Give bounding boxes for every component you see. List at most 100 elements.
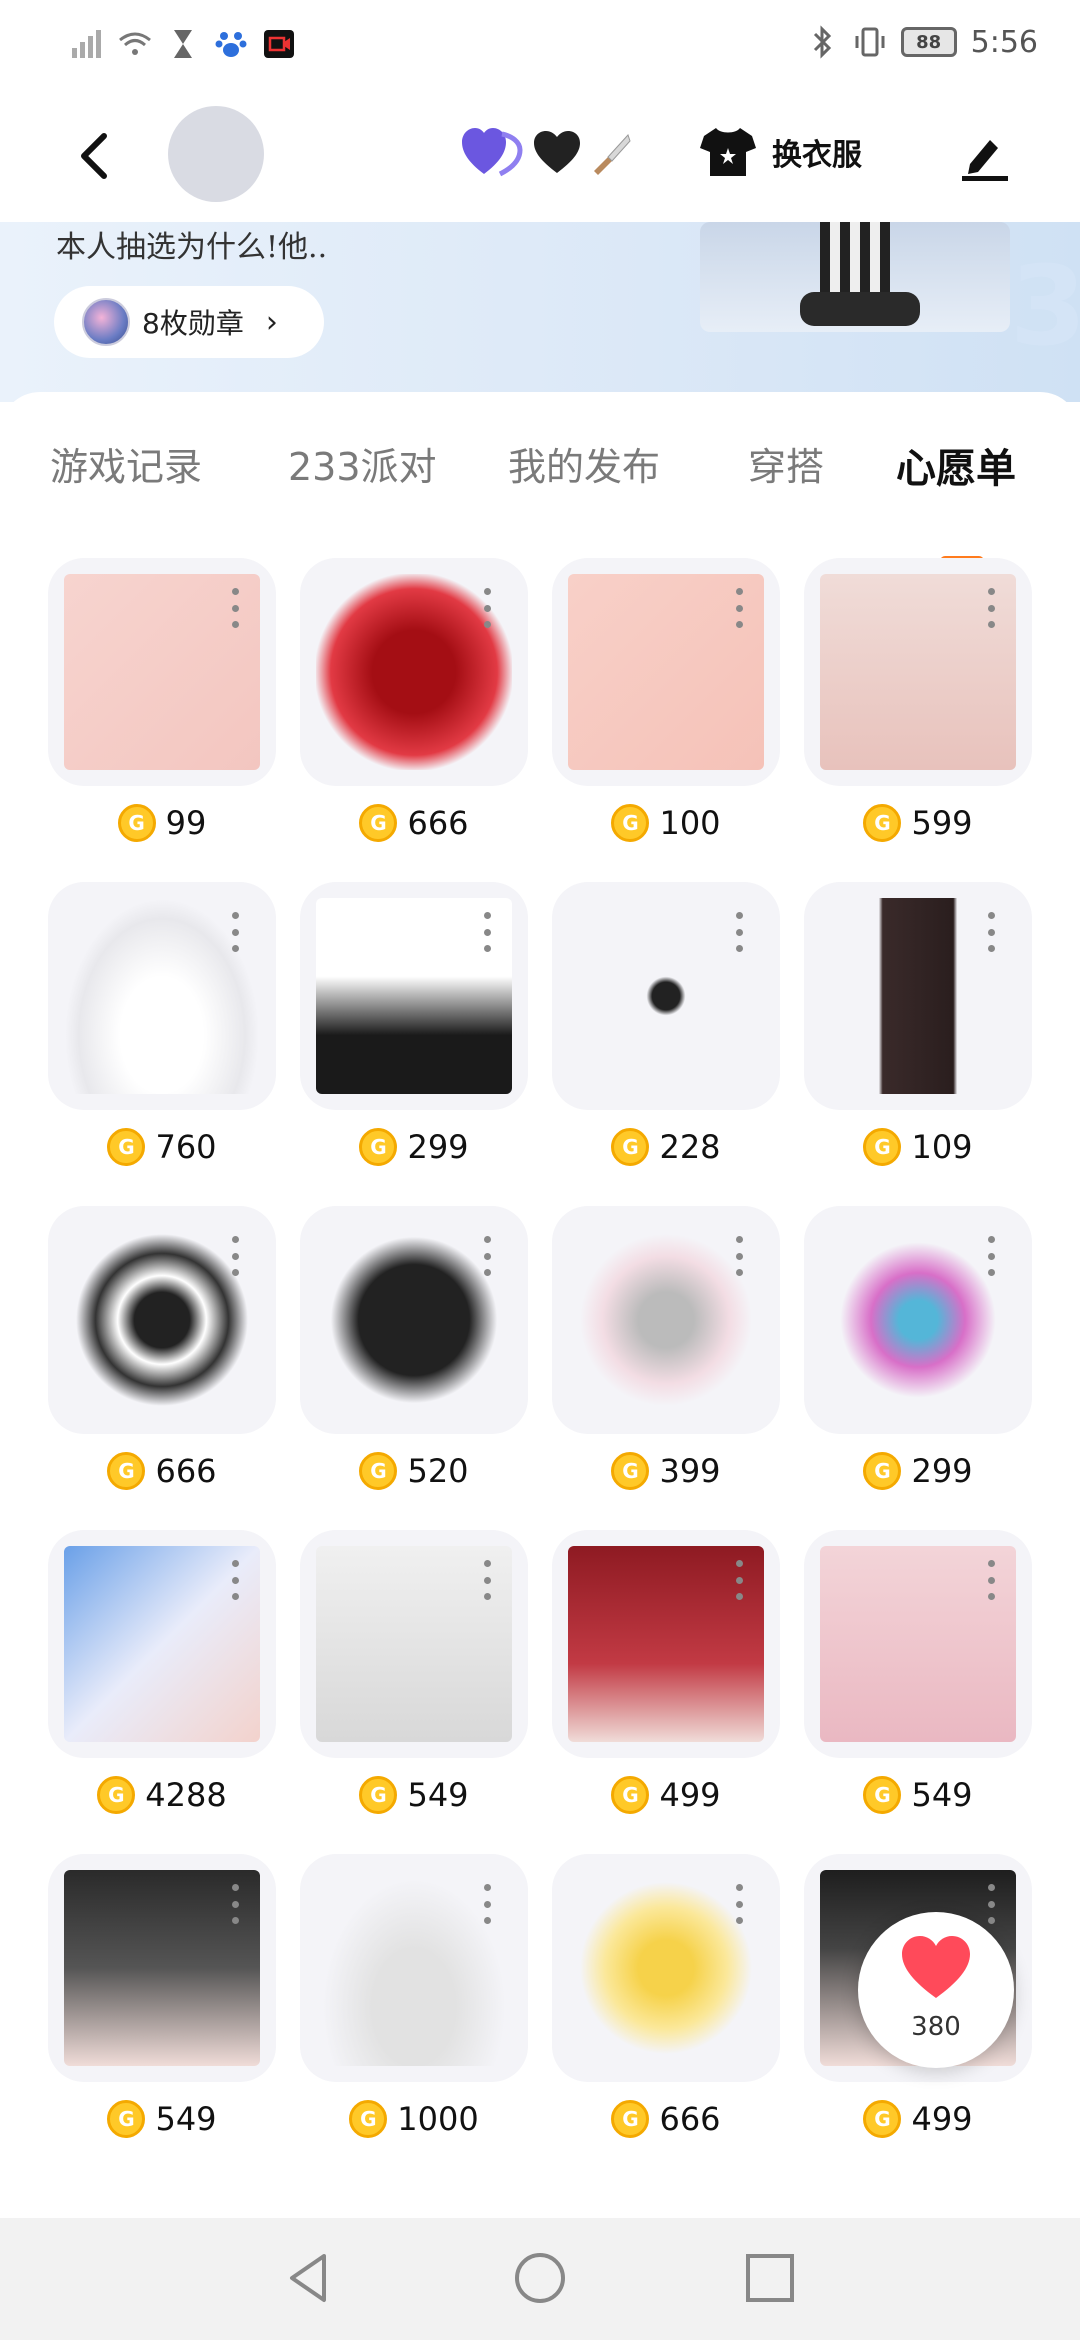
nav-home-icon[interactable]	[510, 2248, 570, 2308]
wishlist-item[interactable]: G 4288	[48, 1530, 276, 1820]
item-thumbnail[interactable]	[552, 558, 780, 786]
like-button[interactable]: 380	[858, 1912, 1014, 2068]
item-thumbnail[interactable]	[300, 1854, 528, 2082]
price-value: 666	[407, 804, 469, 842]
wishlist-item[interactable]: G 666	[48, 1206, 276, 1496]
wishlist-item[interactable]: G 549	[804, 1530, 1032, 1820]
coin-icon: G	[107, 1452, 146, 1490]
badge-button[interactable]: 8枚勋章 ›	[54, 286, 324, 358]
back-arrow-icon[interactable]	[72, 128, 116, 184]
item-thumbnail[interactable]	[48, 1854, 276, 2082]
more-options-icon[interactable]	[988, 1884, 996, 1924]
item-thumbnail[interactable]	[300, 1206, 528, 1434]
wishlist-item[interactable]: G 549	[48, 1854, 276, 2144]
item-thumbnail[interactable]	[804, 1206, 1032, 1434]
wishlist-item[interactable]: G 549	[300, 1530, 528, 1820]
avatar[interactable]	[168, 106, 264, 202]
more-options-icon[interactable]	[736, 588, 744, 628]
more-options-icon[interactable]	[232, 1560, 240, 1600]
wishlist-item[interactable]: G 299	[804, 1206, 1032, 1496]
more-options-icon[interactable]	[988, 1560, 996, 1600]
item-thumbnail[interactable]	[804, 882, 1032, 1110]
wishlist-item[interactable]: G 299	[300, 882, 528, 1172]
system-nav-bar	[0, 2218, 1080, 2340]
more-options-icon[interactable]	[988, 588, 996, 628]
more-options-icon[interactable]	[484, 1884, 492, 1924]
more-options-icon[interactable]	[988, 1236, 996, 1276]
item-price: G 666	[48, 1452, 276, 1490]
item-price: G 666	[552, 2100, 780, 2138]
avatar-3d-preview[interactable]	[700, 222, 1010, 332]
more-options-icon[interactable]	[484, 1560, 492, 1600]
wishlist-item[interactable]: G 666	[552, 1854, 780, 2144]
wishlist-item[interactable]: G 760	[48, 882, 276, 1172]
item-thumbnail[interactable]	[300, 1530, 528, 1758]
black-magic-circle-image	[64, 1222, 260, 1418]
more-options-icon[interactable]	[232, 912, 240, 952]
price-value: 109	[911, 1128, 973, 1166]
more-options-icon[interactable]	[736, 1884, 744, 1924]
item-thumbnail[interactable]	[300, 558, 528, 786]
wishlist-item[interactable]: G 109	[804, 882, 1032, 1172]
tab-233-party[interactable]: 233派对	[288, 436, 437, 491]
nav-back-icon[interactable]	[280, 2248, 340, 2308]
wishlist-item[interactable]: G 99	[48, 558, 276, 848]
change-outfit-button[interactable]: 换衣服	[700, 126, 862, 178]
more-options-icon[interactable]	[988, 912, 996, 952]
badge-label: 8枚勋章	[142, 307, 244, 340]
item-price: G 100	[552, 804, 780, 842]
tab-my-posts[interactable]: 我的发布	[508, 436, 660, 491]
item-thumbnail[interactable]	[48, 882, 276, 1110]
tshirt-icon	[700, 128, 756, 176]
battery-indicator: 88	[900, 27, 957, 57]
item-thumbnail[interactable]	[300, 882, 528, 1110]
more-options-icon[interactable]	[232, 1884, 240, 1924]
item-thumbnail[interactable]	[804, 558, 1032, 786]
item-price: G 99	[48, 804, 276, 842]
wishlist-item[interactable]: G 520	[300, 1206, 528, 1496]
tab-outfits[interactable]: 穿搭	[748, 436, 824, 491]
more-options-icon[interactable]	[232, 1236, 240, 1276]
wishlist-item[interactable]: G 1000	[300, 1854, 528, 2144]
item-thumbnail[interactable]	[804, 1530, 1032, 1758]
platform-shoes-image	[316, 898, 512, 1094]
nav-recents-icon[interactable]	[740, 2248, 800, 2308]
coin-icon: G	[863, 1452, 902, 1490]
item-thumbnail[interactable]	[552, 1206, 780, 1434]
tab-wishlist[interactable]: 心愿单	[896, 436, 1016, 494]
tab-game-records[interactable]: 游戏记录	[50, 436, 202, 491]
heart-crown-ornament-image	[820, 1222, 1016, 1418]
more-options-icon[interactable]	[484, 912, 492, 952]
edit-pen-icon[interactable]	[960, 132, 1010, 182]
profile-bio[interactable]: 本人抽选为什么!他..	[56, 222, 327, 266]
coin-icon: G	[107, 2100, 146, 2138]
coin-icon: G	[359, 1128, 398, 1166]
wishlist-item[interactable]: G 666	[300, 558, 528, 848]
black-heart-icon	[534, 131, 580, 173]
more-options-icon[interactable]	[232, 588, 240, 628]
scene-decor-text: 33	[1010, 242, 1080, 370]
item-thumbnail[interactable]	[48, 558, 276, 786]
more-options-icon[interactable]	[484, 1236, 492, 1276]
wishlist-item[interactable]: G 499	[552, 1530, 780, 1820]
more-options-icon[interactable]	[736, 1236, 744, 1276]
hourglass-icon	[174, 30, 192, 58]
golden-eye-image	[568, 574, 764, 770]
dark-wings-image	[316, 1222, 512, 1418]
relationship-hearts[interactable]	[462, 128, 632, 178]
price-value: 499	[911, 2100, 973, 2138]
more-options-icon[interactable]	[484, 588, 492, 628]
more-options-icon[interactable]	[736, 912, 744, 952]
wishlist-item[interactable]: G 100	[552, 558, 780, 848]
item-thumbnail[interactable]	[552, 1854, 780, 2082]
item-thumbnail[interactable]	[48, 1206, 276, 1434]
wishlist-item[interactable]: G 599	[804, 558, 1032, 848]
item-price: G 520	[300, 1452, 528, 1490]
item-thumbnail[interactable]	[552, 882, 780, 1110]
wishlist-item[interactable]: G 399	[552, 1206, 780, 1496]
item-thumbnail[interactable]	[48, 1530, 276, 1758]
pink-braid-hair-image	[820, 1546, 1016, 1742]
item-thumbnail[interactable]	[552, 1530, 780, 1758]
more-options-icon[interactable]	[736, 1560, 744, 1600]
wishlist-item[interactable]: G 228	[552, 882, 780, 1172]
